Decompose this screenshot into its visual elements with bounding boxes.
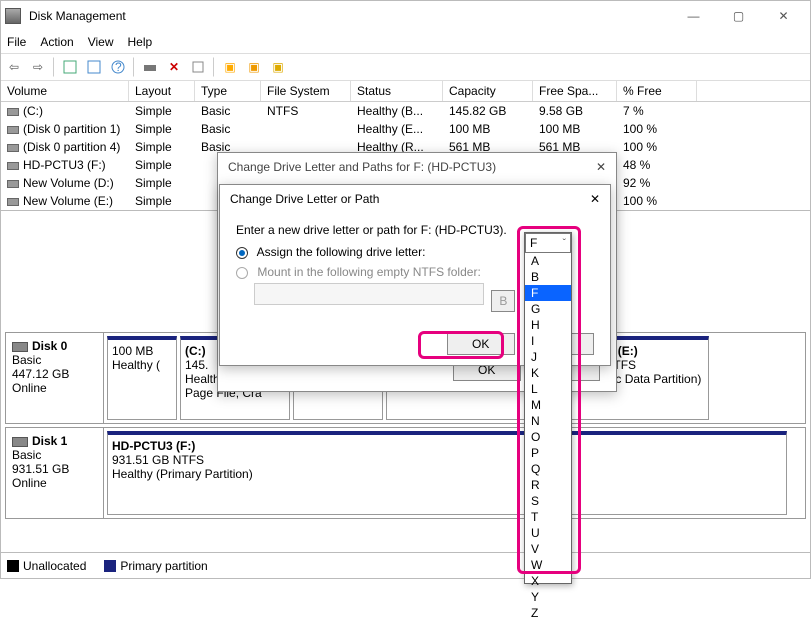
disk-partitions: HD-PCTU3 (F:)931.51 GB NTFSHealthy (Prim… xyxy=(104,428,805,518)
dialog2-head: Change Drive Letter or Path ✕ xyxy=(220,185,610,213)
menu-bar: File Action View Help xyxy=(1,31,810,53)
menu-file[interactable]: File xyxy=(7,35,26,49)
dropdown-highlight xyxy=(517,226,581,574)
partition[interactable]: HD-PCTU3 (F:)931.51 GB NTFSHealthy (Prim… xyxy=(107,431,787,515)
window-title: Disk Management xyxy=(29,9,671,23)
dialog1-close-icon[interactable]: ✕ xyxy=(596,160,606,174)
disk-info: Disk 1Basic931.51 GBOnline xyxy=(6,428,104,518)
window-buttons: — ▢ ✕ xyxy=(671,1,806,31)
browse-button: B xyxy=(491,290,515,312)
menu-help[interactable]: Help xyxy=(128,35,153,49)
drive-letter-option[interactable]: Y xyxy=(525,589,571,605)
col-volume[interactable]: Volume xyxy=(1,81,129,101)
separator xyxy=(53,57,55,77)
partition[interactable]: 100 MBHealthy ( xyxy=(107,336,177,420)
minimize-button[interactable]: — xyxy=(671,1,716,31)
toolbar-icon-4[interactable] xyxy=(139,56,161,78)
properties-icon[interactable] xyxy=(83,56,105,78)
disk-row[interactable]: Disk 1Basic931.51 GBOnlineHD-PCTU3 (F:)9… xyxy=(5,427,806,519)
legend-unallocated: Unallocated xyxy=(7,559,86,573)
back-icon[interactable]: ⇦ xyxy=(3,56,25,78)
dialog2-title: Change Drive Letter or Path xyxy=(230,192,379,206)
dialog1-title: Change Drive Letter and Paths for F: (HD… xyxy=(228,160,496,174)
menu-action[interactable]: Action xyxy=(40,35,73,49)
separator xyxy=(213,57,215,77)
toolbar-icon-1[interactable] xyxy=(59,56,81,78)
col-type[interactable]: Type xyxy=(195,81,261,101)
maximize-button[interactable]: ▢ xyxy=(716,1,761,31)
close-button[interactable]: ✕ xyxy=(761,1,806,31)
radio-assign-label: Assign the following drive letter: xyxy=(257,245,426,259)
ok-highlight xyxy=(418,331,504,359)
col-free[interactable]: Free Spa... xyxy=(533,81,617,101)
toolbar: ⇦ ⇨ ? ✕ ▣ ▣ ▣ xyxy=(1,53,810,81)
disk-info: Disk 0Basic447.12 GBOnline xyxy=(6,333,104,423)
app-icon xyxy=(5,8,21,24)
menu-view[interactable]: View xyxy=(88,35,114,49)
legend-primary: Primary partition xyxy=(104,559,207,573)
table-row[interactable]: (C:)SimpleBasicNTFSHealthy (B...145.82 G… xyxy=(1,102,810,120)
delete-icon[interactable]: ✕ xyxy=(163,56,185,78)
col-status[interactable]: Status xyxy=(351,81,443,101)
forward-icon[interactable]: ⇨ xyxy=(27,56,49,78)
settings-icon[interactable] xyxy=(187,56,209,78)
drive-letter-option[interactable]: X xyxy=(525,573,571,589)
svg-text:?: ? xyxy=(115,60,122,74)
toolbar-icon-9[interactable]: ▣ xyxy=(267,56,289,78)
legend: Unallocated Primary partition xyxy=(1,552,810,578)
separator xyxy=(133,57,135,77)
dialog1-head: Change Drive Letter and Paths for F: (HD… xyxy=(218,153,616,181)
dialog2-close-icon[interactable]: ✕ xyxy=(590,192,600,206)
radio-assign[interactable] xyxy=(236,247,248,259)
title-bar: Disk Management — ▢ ✕ xyxy=(1,1,810,31)
table-row[interactable]: (Disk 0 partition 1)SimpleBasicHealthy (… xyxy=(1,120,810,138)
radio-mount[interactable] xyxy=(236,267,248,279)
radio-mount-label: Mount in the following empty NTFS folder… xyxy=(257,265,480,279)
toolbar-icon-8[interactable]: ▣ xyxy=(243,56,265,78)
col-layout[interactable]: Layout xyxy=(129,81,195,101)
drive-letter-option[interactable]: Z xyxy=(525,605,571,621)
table-head: Volume Layout Type File System Status Ca… xyxy=(1,81,810,102)
col-fs[interactable]: File System xyxy=(261,81,351,101)
col-capacity[interactable]: Capacity xyxy=(443,81,533,101)
help-icon[interactable]: ? xyxy=(107,56,129,78)
folder-input xyxy=(254,283,484,305)
col-pct[interactable]: % Free xyxy=(617,81,697,101)
toolbar-icon-7[interactable]: ▣ xyxy=(219,56,241,78)
